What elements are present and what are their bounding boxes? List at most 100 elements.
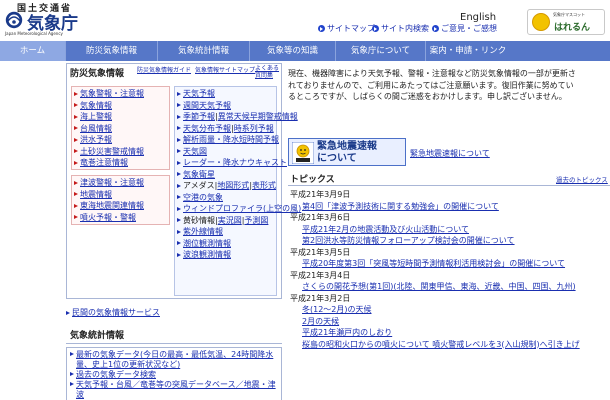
eew-banner[interactable]: 緊急地震速報 について bbox=[288, 138, 406, 166]
site-search-link[interactable]: サイト内検索 bbox=[372, 23, 429, 34]
faq-link[interactable]: よくある 質問集 bbox=[255, 65, 279, 79]
forecast-item: 天気予報 bbox=[177, 88, 301, 100]
mascot-caption: 気象庁マスコット bbox=[553, 12, 585, 17]
forecast-item: 紫外線情報 bbox=[177, 226, 301, 238]
nav-home[interactable]: ホーム bbox=[0, 41, 66, 61]
nav-chishiki[interactable]: 気象等の知識 bbox=[250, 41, 336, 61]
mascot-name: はれるん bbox=[554, 23, 591, 33]
forecast-link[interactable]: 表形式 bbox=[252, 180, 276, 192]
list-item[interactable]: 最新の気象データ(今日の最高・最低気温、24時間降水量、史上1位の更新状況など) bbox=[70, 350, 278, 370]
list-item[interactable]: 過去の気象データ検索 bbox=[70, 370, 278, 380]
forecast-label: アメダス bbox=[183, 181, 215, 190]
forecast-link[interactable]: 天気分布予報 bbox=[183, 123, 231, 135]
topics-header: トピックス 過去のトピックス bbox=[288, 172, 610, 186]
bullet-arrow-icon bbox=[74, 192, 78, 197]
forecast-link[interactable]: 気象衛星 bbox=[183, 169, 215, 181]
forecast-link[interactable]: 天気図 bbox=[183, 146, 207, 158]
topic-item[interactable]: さくらの開花予想(第1回)(北陸、関東甲信、東海、近畿、中国、四国、九州) bbox=[288, 281, 588, 293]
list-item[interactable]: 天気予報・台風／竜巻等の突風データベース／地震・津波 bbox=[70, 380, 278, 400]
forecast-link[interactable]: 紫外線情報 bbox=[183, 226, 223, 238]
topic-item[interactable]: 桜島の昭和火口からの噴火について 噴火警戒レベルを3(入山規制)へ引き上げ bbox=[288, 339, 588, 351]
forecast-item: 週間天気予報 bbox=[177, 100, 301, 112]
topic-item[interactable]: 第2回洪水等防災情報フォローアップ検討会の開催について bbox=[288, 235, 610, 247]
bullet-arrow-icon bbox=[177, 172, 181, 177]
forecast-link[interactable]: 予測図 bbox=[244, 215, 268, 227]
forecast-link[interactable]: 異常天候早期警戒情報 bbox=[218, 111, 298, 123]
forecast-item: レーダー・降水ナウキャスト bbox=[177, 157, 301, 169]
bullet-arrow-icon bbox=[177, 114, 181, 119]
bosai-item[interactable]: 洪水予報 bbox=[74, 134, 144, 146]
forecast-link[interactable]: ウィンドプロファイラ(上空の風) bbox=[183, 203, 301, 215]
nav-bosai[interactable]: 防災気象情報 bbox=[66, 41, 158, 61]
mascot-banner[interactable]: 気象庁マスコット はれるん bbox=[527, 9, 605, 35]
header: 国土交通省 気象庁 Japan Meteorological Agency サイ… bbox=[0, 0, 610, 40]
forecast-link[interactable]: 時系列予報 bbox=[234, 123, 274, 135]
forecast-item: 季節予報 | 異常天候早期警戒情報 bbox=[177, 111, 301, 123]
bosai-guide-link[interactable]: 防災気象情報ガイド bbox=[137, 65, 191, 74]
bullet-arrow-icon bbox=[74, 91, 78, 96]
forecast-link[interactable]: 季節予報 bbox=[183, 111, 215, 123]
topics-list: 平成21年3月9日第4回「津波予測技術に関する勉強会」の開催について 平成21年3… bbox=[288, 189, 610, 350]
bosai-header: 防災気象情報 防災気象情報ガイド 気象情報サイトマップ よくある 質問集 bbox=[67, 64, 281, 80]
forecast-item: 解析雨量・降水短時間予報 bbox=[177, 134, 301, 146]
forecast-link[interactable]: 週間天気予報 bbox=[183, 100, 231, 112]
feedback-link[interactable]: ご意見・ご感想 bbox=[432, 23, 497, 34]
bosai-item[interactable]: 竜巻注意情報 bbox=[74, 157, 144, 169]
bullet-arrow-icon bbox=[74, 203, 78, 208]
bosai-item[interactable]: 東海地震関連情報 bbox=[74, 200, 144, 212]
forecast-link[interactable]: 解析雨量・降水短時間予報 bbox=[183, 134, 279, 146]
bosai-item[interactable]: 土砂災害警戒情報 bbox=[74, 146, 144, 158]
forecast-item: 天気図 bbox=[177, 146, 301, 158]
bosai-item[interactable]: 噴火予報・警報 bbox=[74, 212, 144, 224]
forecast-link[interactable]: 潮位観測情報 bbox=[183, 238, 231, 250]
nav-guide[interactable]: 案内・申請・リンク bbox=[426, 41, 510, 61]
bullet-arrow-icon bbox=[177, 160, 181, 165]
topic-item[interactable]: 平成21年2月の地震活動及び火山活動について bbox=[288, 224, 610, 236]
bosai-item[interactable]: 台風情報 bbox=[74, 123, 144, 135]
alert-group-earthquake: 津波警報・注意報 地震情報 東海地震関連情報 噴火予報・警報 bbox=[71, 175, 170, 225]
topic-item[interactable]: 平成21年瀬戸内のしおり bbox=[288, 327, 610, 339]
arrow-circle-icon bbox=[372, 25, 379, 32]
bosai-sitemap-link[interactable]: 気象情報サイトマップ bbox=[195, 65, 255, 74]
bullet-arrow-icon bbox=[177, 126, 181, 131]
english-link[interactable]: English bbox=[460, 12, 496, 23]
forecast-link[interactable]: 実況図 bbox=[218, 215, 242, 227]
eew-link[interactable]: 緊急地震速報について bbox=[410, 148, 490, 159]
jma-logo-icon[interactable] bbox=[5, 11, 23, 29]
bosai-item[interactable]: 津波警報・注意報 bbox=[74, 177, 144, 189]
topic-date: 平成21年3月9日 bbox=[290, 190, 351, 199]
bullet-arrow-icon bbox=[74, 149, 78, 154]
bullet-arrow-icon bbox=[177, 241, 181, 246]
topic-item[interactable]: 冬(12〜2月)の天候 bbox=[288, 304, 610, 316]
forecast-link[interactable]: 地図形式 bbox=[217, 180, 249, 192]
forecast-link[interactable]: 波浪観測情報 bbox=[183, 249, 231, 261]
bosai-item[interactable]: 地震情報 bbox=[74, 189, 144, 201]
forecast-item: 黄砂情報 | 実況図 | 予測図 bbox=[177, 215, 301, 227]
eew-mascot-icon bbox=[292, 142, 314, 164]
forecast-link[interactable]: レーダー・降水ナウキャスト bbox=[183, 157, 287, 169]
forecast-item: アメダス | 地図形式 | 表形式 bbox=[177, 180, 301, 192]
topic-item[interactable]: 第4回「津波予測技術に関する勉強会」の開催について bbox=[288, 201, 610, 213]
bosai-item[interactable]: 海上警報 bbox=[74, 111, 144, 123]
forecast-link[interactable]: 空港の気象 bbox=[183, 192, 223, 204]
bullet-arrow-icon bbox=[74, 215, 78, 220]
statistics-list: 最新の気象データ(今日の最高・最低気温、24時間降水量、史上1位の更新状況など)… bbox=[66, 347, 282, 400]
topic-item[interactable]: 2月の天候 bbox=[288, 316, 610, 328]
nav-about[interactable]: 気象庁について bbox=[336, 41, 426, 61]
past-topics-link[interactable]: 過去のトピックス bbox=[556, 174, 608, 184]
nav-toukei[interactable]: 気象統計情報 bbox=[158, 41, 250, 61]
statistics-title: 気象統計情報 bbox=[66, 328, 282, 344]
topic-date: 平成21年3月4日 bbox=[290, 270, 351, 280]
topic-item[interactable]: 平成20年度第3回「突風等短時間予測情報利活用検討会」の開催について bbox=[288, 258, 610, 270]
bullet-arrow-icon bbox=[177, 149, 181, 154]
bullet-arrow-icon bbox=[74, 126, 78, 131]
bullet-arrow-icon bbox=[74, 114, 78, 119]
private-weather-service-link[interactable]: 民間の気象情報サービス bbox=[66, 307, 160, 318]
outage-notice: 現在、機器障害により天気予報、警報・注意報など防災気象情報の一部が更新されており… bbox=[288, 69, 576, 101]
forecast-item: 気象衛星 bbox=[177, 169, 301, 181]
forecast-item: 空港の気象 bbox=[177, 192, 301, 204]
bosai-item[interactable]: 気象情報 bbox=[74, 100, 144, 112]
forecast-link[interactable]: 天気予報 bbox=[183, 88, 215, 100]
sitemap-link[interactable]: サイトマップ bbox=[318, 23, 375, 34]
bosai-item[interactable]: 気象警報・注意報 bbox=[74, 88, 144, 100]
